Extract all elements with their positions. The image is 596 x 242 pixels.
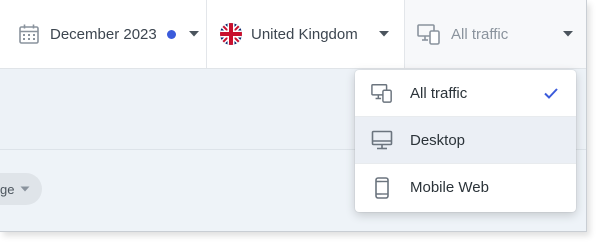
mobile-icon (371, 176, 393, 199)
filter-chip[interactable]: ge (0, 173, 42, 205)
devices-icon (417, 23, 441, 45)
traffic-filter[interactable]: All traffic (404, 0, 586, 68)
country-filter-label: United Kingdom (251, 25, 358, 43)
chevron-down-icon (562, 30, 574, 38)
uk-flag-icon (219, 22, 243, 46)
menu-item-mobile-web[interactable]: Mobile Web (355, 164, 576, 211)
chip-label: ge (0, 181, 15, 197)
menu-item-label: Mobile Web (410, 179, 489, 196)
menu-item-all-traffic[interactable]: All traffic (355, 70, 576, 117)
filter-bar: December 2023 United Kingdom All traffic (0, 0, 586, 69)
check-icon (544, 87, 558, 99)
calendar-icon (18, 23, 40, 45)
traffic-filter-label: All traffic (451, 25, 509, 43)
desktop-icon (371, 130, 393, 150)
traffic-dropdown-menu: All traffic Desktop Mobile Web (355, 70, 576, 212)
date-filter-label: December 2023 (50, 25, 157, 43)
chevron-down-icon (188, 30, 200, 38)
chevron-down-icon (20, 186, 30, 192)
status-dot (166, 29, 176, 39)
menu-item-label: All traffic (410, 84, 468, 102)
app-frame: December 2023 United Kingdom All traffic… (0, 0, 587, 232)
menu-item-desktop[interactable]: Desktop (355, 117, 576, 164)
date-filter[interactable]: December 2023 (0, 0, 206, 68)
country-filter[interactable]: United Kingdom (206, 0, 404, 68)
menu-item-label: Desktop (410, 131, 466, 149)
devices-icon (371, 82, 393, 104)
chevron-down-icon (378, 30, 390, 38)
